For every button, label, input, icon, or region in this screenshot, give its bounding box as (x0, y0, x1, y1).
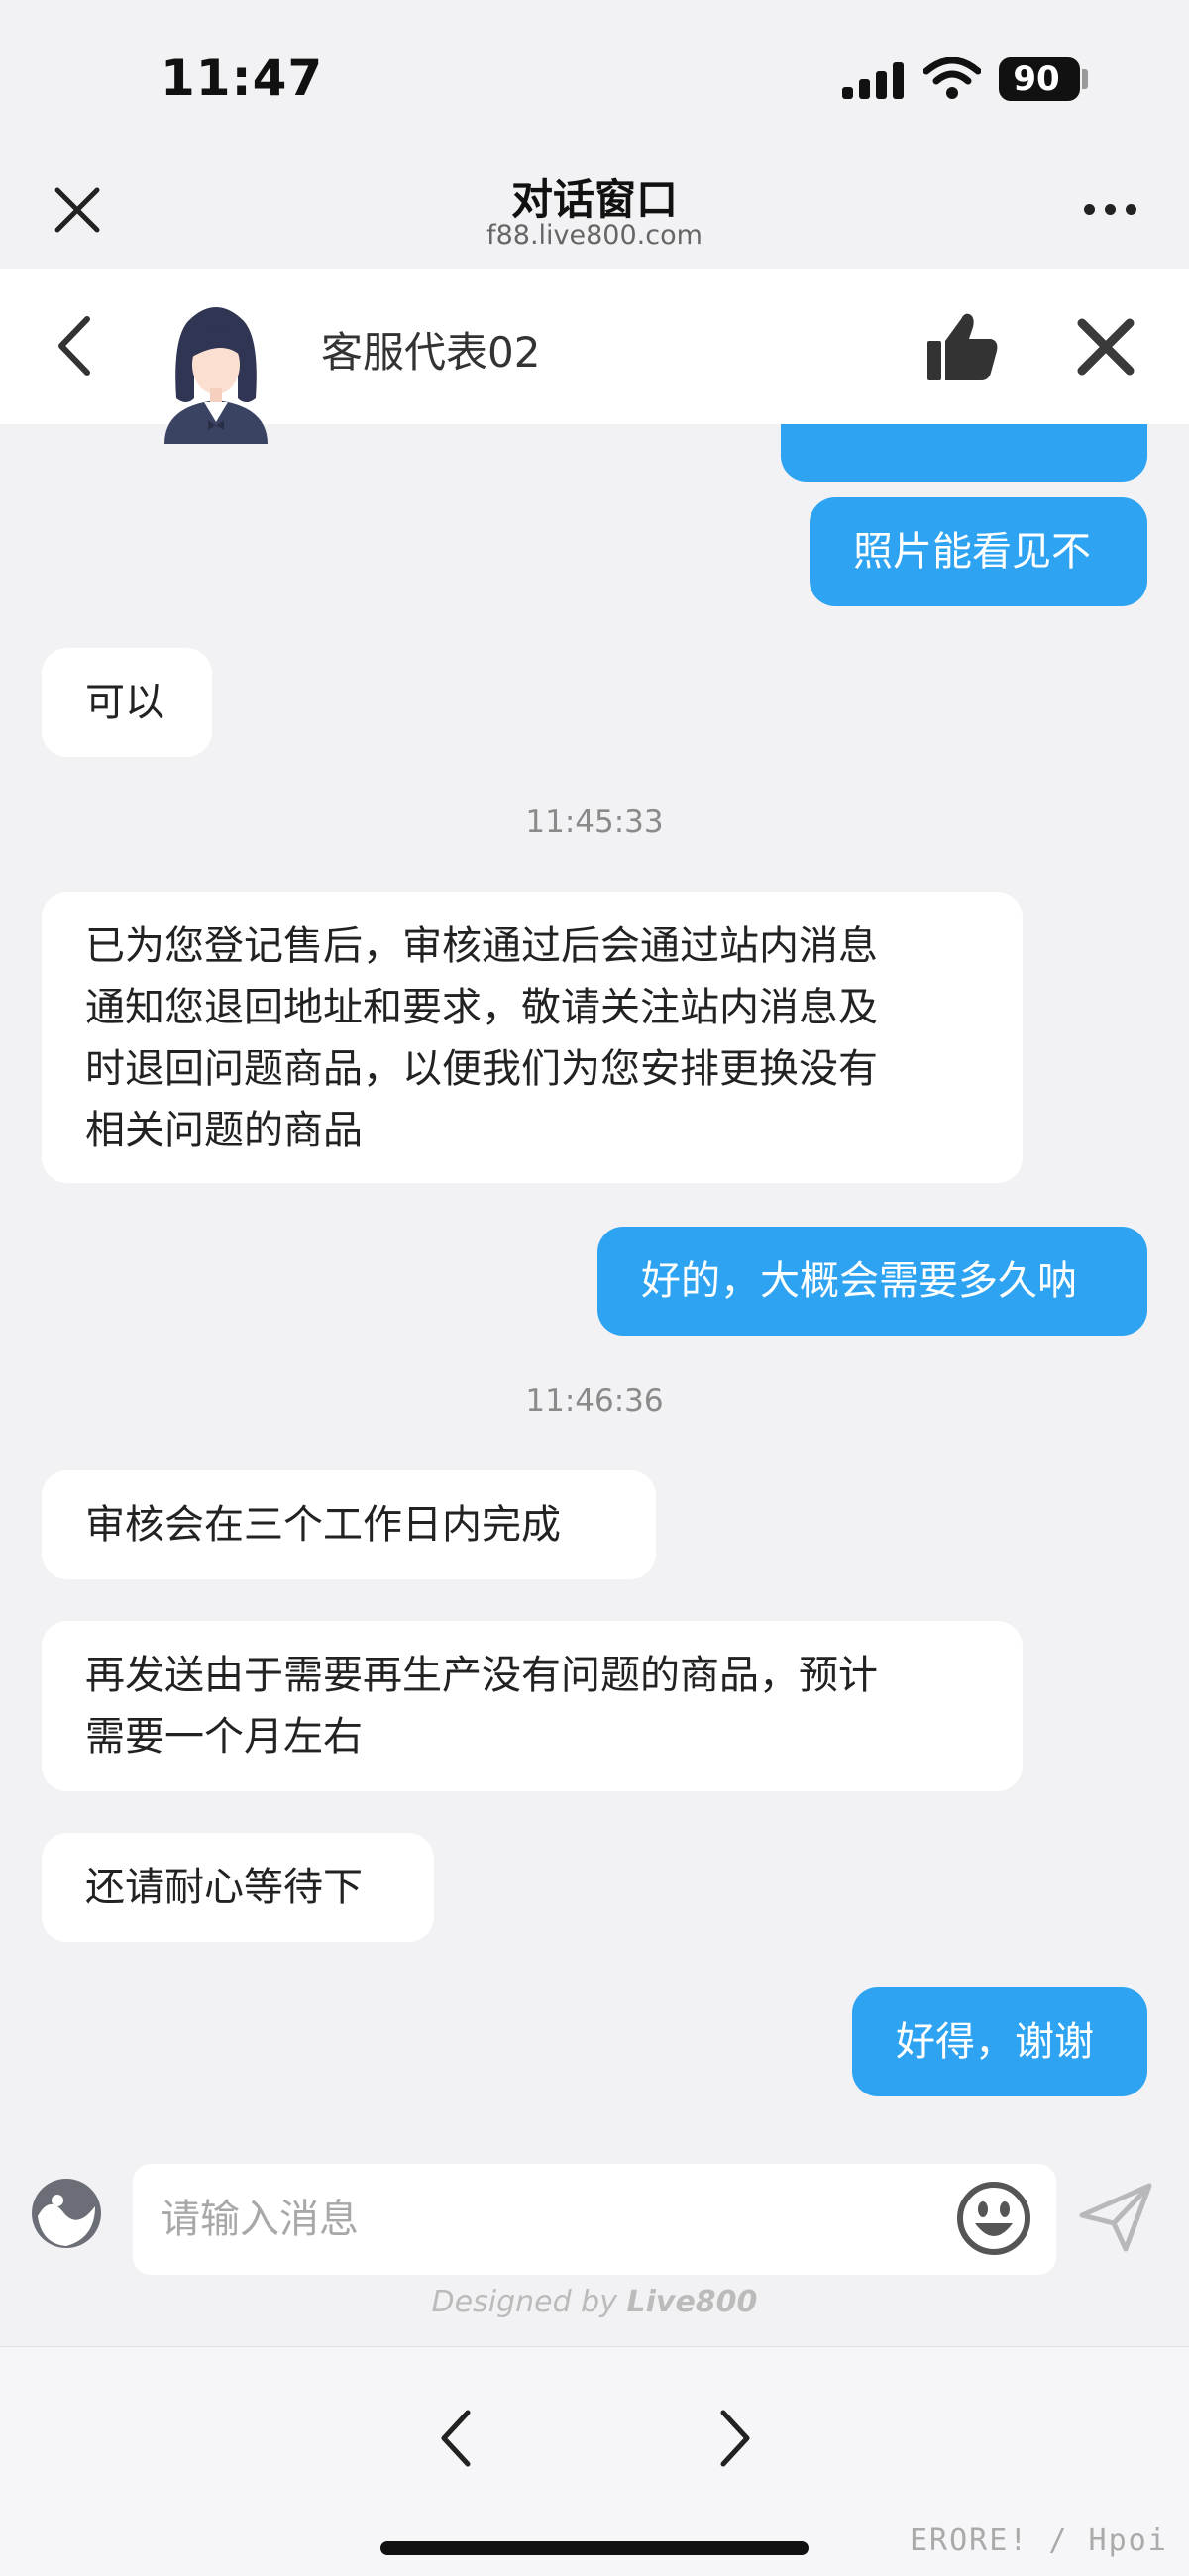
message-line: 再发送由于需要再生产没有问题的商品，预计 (85, 1653, 878, 1698)
page-url: f88.live800.com (486, 220, 703, 251)
brand-name: Live800 (626, 2285, 758, 2319)
message-text: 还请耐心等待下 (85, 1865, 363, 1910)
message-line: 相关问题的商品 (85, 1108, 363, 1153)
nav-forward-icon[interactable] (715, 2407, 755, 2470)
agent-message: 已为您登记售后，审核通过后会通过站内消息 通知您退回地址和要求，敬请关注站内消息… (42, 892, 1023, 1183)
agent-avatar (164, 307, 268, 444)
emoji-icon[interactable] (955, 2180, 1032, 2257)
watermark: ERORE! / Hpoi (910, 2523, 1168, 2558)
status-bar: 11:47 90 (0, 0, 1189, 149)
message-line: 通知您退回地址和要求，敬请关注站内消息及 (85, 985, 878, 1030)
user-message: 好的，大概会需要多久呐 (597, 1227, 1147, 1336)
send-icon[interactable] (1078, 2182, 1153, 2253)
designed-by-prefix: Designed by (431, 2285, 627, 2319)
timestamp: 11:45:33 (525, 805, 664, 840)
input-bar (0, 2130, 1189, 2279)
signal-icon (842, 61, 906, 99)
nav-back-icon[interactable] (436, 2407, 476, 2470)
user-message: 照片能看见不 (810, 497, 1147, 606)
message-input[interactable] (133, 2164, 1056, 2275)
agent-message: 可以 (42, 648, 212, 757)
message-text: 照片能看见不 (853, 529, 1091, 575)
page-title: 对话窗口 (510, 175, 678, 224)
wifi-icon (923, 57, 981, 99)
timestamp: 11:46:36 (525, 1383, 664, 1419)
status-time: 11:47 (161, 50, 324, 107)
battery-icon: 90 (999, 57, 1080, 101)
brand-icon[interactable] (30, 2177, 103, 2250)
thumbs-up-icon[interactable] (925, 311, 999, 382)
agent-bar: 客服代表02 (0, 269, 1189, 444)
message-text: 好的，大概会需要多久呐 (641, 1258, 1077, 1304)
agent-message: 审核会在三个工作日内完成 (42, 1470, 656, 1579)
close-bold-icon[interactable] (1076, 317, 1135, 376)
message-text: 审核会在三个工作日内完成 (85, 1502, 561, 1548)
message-line: 已为您登记售后，审核通过后会通过站内消息 (85, 923, 878, 969)
agent-name: 客服代表02 (321, 328, 541, 376)
bottom-nav: ERORE! / Hpoi (0, 2346, 1189, 2576)
message-line: 需要一个月左右 (85, 1714, 363, 1760)
message-text: 好得，谢谢 (896, 2019, 1094, 2065)
message-text: 可以 (85, 680, 164, 725)
home-indicator (380, 2541, 809, 2555)
browser-header: 对话窗口 f88.live800.com (0, 149, 1189, 269)
chat-area: 照片能看见不 可以 11:45:33 已为您登记售后，审核通过后会通过站内消息 … (0, 424, 1189, 2128)
agent-message: 还请耐心等待下 (42, 1833, 434, 1942)
more-icon[interactable] (1084, 204, 1137, 218)
battery-level: 90 (1013, 59, 1060, 99)
user-message: 好得，谢谢 (852, 1987, 1147, 2096)
agent-message: 再发送由于需要再生产没有问题的商品，预计 需要一个月左右 (42, 1621, 1023, 1791)
designed-by: Designed by Live800 (0, 2285, 1189, 2319)
message-line: 时退回问题商品，以便我们为您安排更换没有 (85, 1046, 878, 1092)
user-message (781, 424, 1147, 482)
back-chevron-icon[interactable] (52, 313, 101, 378)
